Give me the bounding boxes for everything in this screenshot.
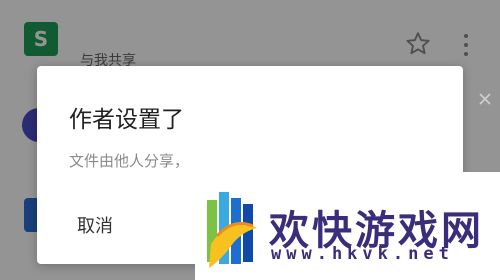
cancel-button[interactable]: 取消 <box>77 212 113 238</box>
close-icon[interactable] <box>478 92 492 106</box>
watermark-url: www.hkvk.net <box>271 244 454 264</box>
dialog-title: 作者设置了 <box>69 107 184 133</box>
watermark-overlay: 欢快游戏网 www.hkvk.net <box>195 172 500 280</box>
dialog-message: 文件由他人分享， <box>69 152 190 170</box>
game-site-logo-icon <box>207 192 257 268</box>
